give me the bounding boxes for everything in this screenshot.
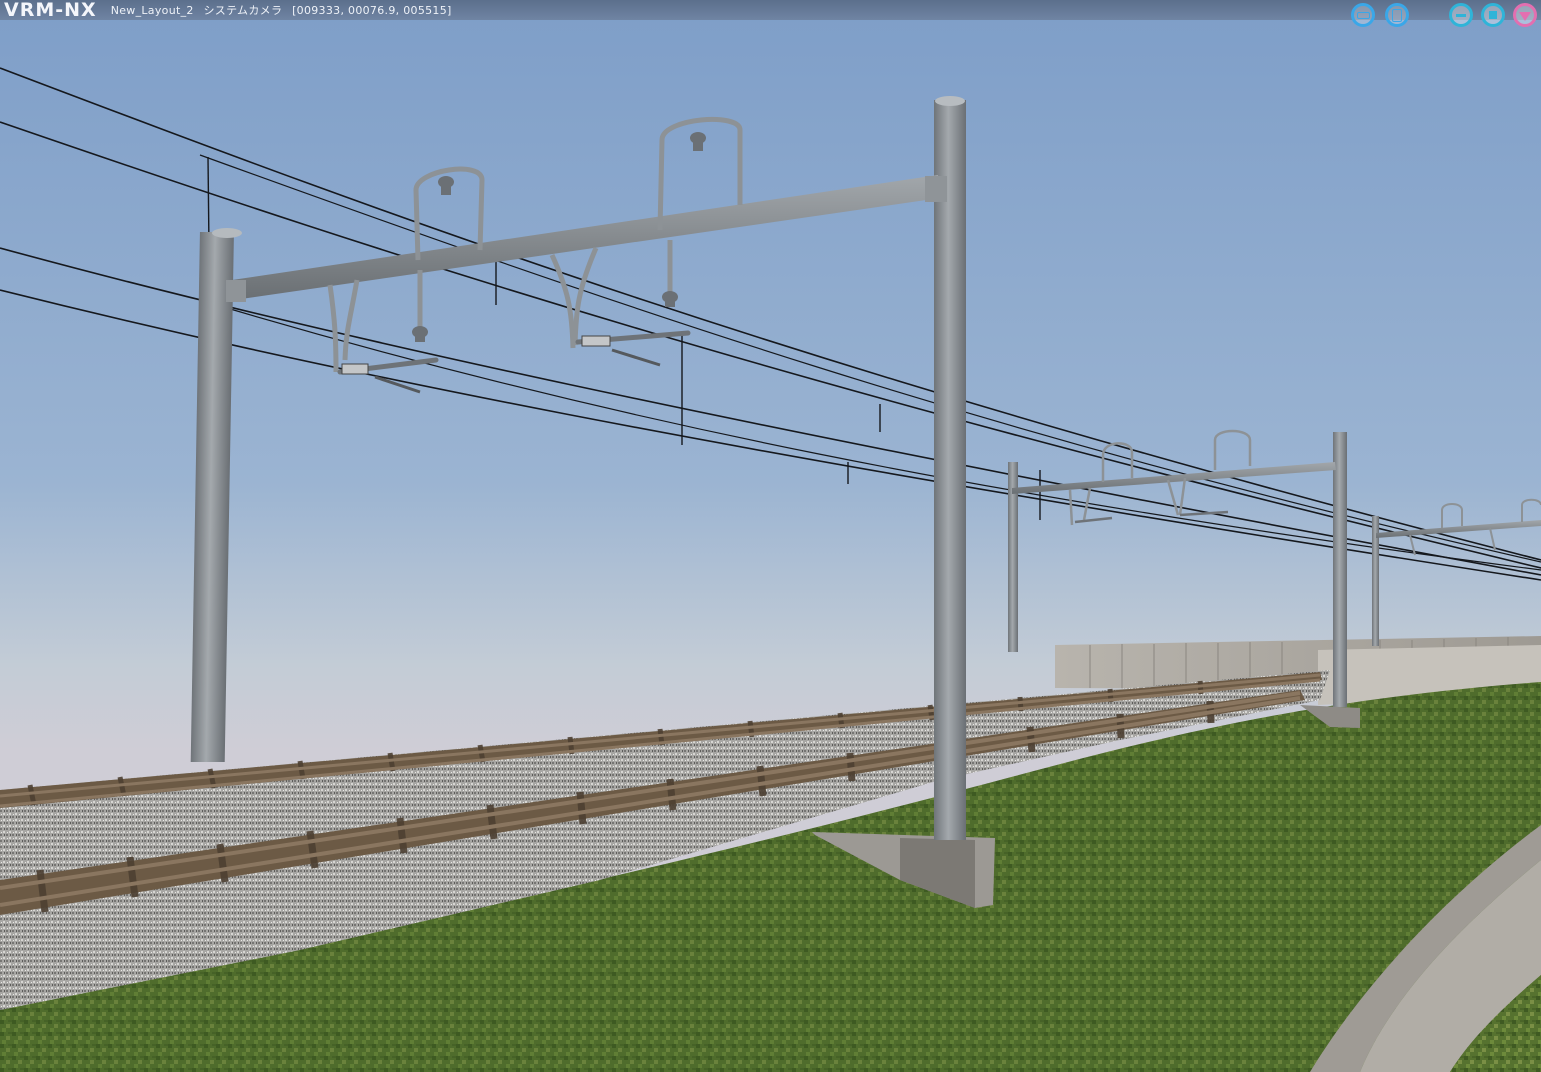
camera-coordinates: [009333, 00076.9, 005515]: [292, 4, 452, 17]
window-title: New_Layout_2 システムカメラ [009333, 00076.9, 0…: [111, 2, 458, 18]
3d-viewport[interactable]: VRM-NX New_Layout_2 システムカメラ [009333, 000…: [0, 0, 1541, 1072]
layout-name: New_Layout_2: [110, 4, 194, 17]
railway-scene[interactable]: [0, 0, 1541, 1072]
menu-triangle-icon[interactable]: [1513, 3, 1537, 27]
minimize-alt-icon[interactable]: [1351, 3, 1375, 27]
maximize-alt-icon[interactable]: [1385, 3, 1409, 27]
title-bar: VRM-NX New_Layout_2 システムカメラ [009333, 000…: [0, 0, 1541, 21]
camera-label: システムカメラ: [203, 4, 283, 17]
minimize-icon[interactable]: [1449, 3, 1473, 27]
app-logo: VRM-NX: [4, 0, 97, 21]
stop-icon[interactable]: [1481, 3, 1505, 27]
